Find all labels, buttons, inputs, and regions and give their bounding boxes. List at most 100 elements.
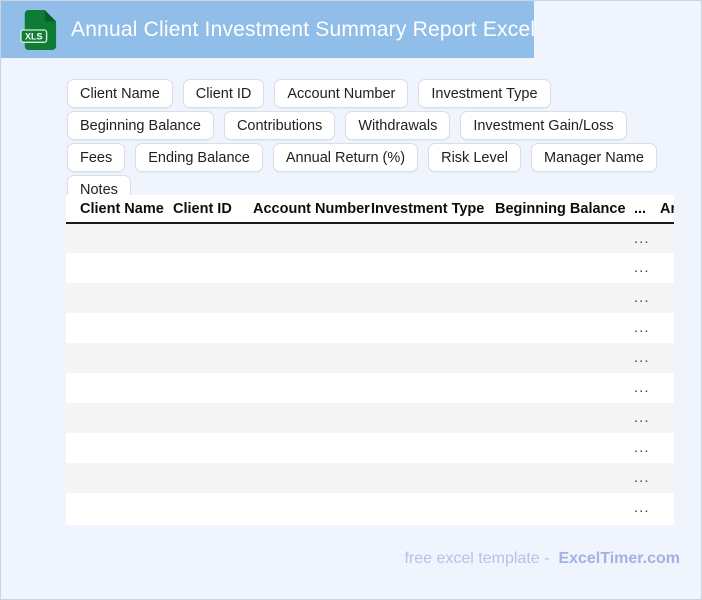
header-ellipsis: ... xyxy=(634,195,660,224)
empty-cell xyxy=(173,283,253,313)
column-chip: Manager Name xyxy=(531,143,657,172)
table-header-cell: Client Name xyxy=(66,195,173,224)
xls-icon-label: XLS xyxy=(25,31,43,41)
empty-cell xyxy=(253,253,371,283)
column-chip: Client ID xyxy=(182,79,265,108)
hidden-columns-ellipsis: ... xyxy=(634,469,650,486)
empty-cell xyxy=(660,463,674,493)
hidden-columns-ellipsis: ... xyxy=(634,259,650,276)
empty-cell xyxy=(253,403,371,433)
hidden-columns-ellipsis: ... xyxy=(634,499,650,516)
empty-cell xyxy=(253,493,371,523)
empty-cell xyxy=(371,403,495,433)
empty-cell xyxy=(371,433,495,463)
column-chip: Risk Level xyxy=(428,143,521,172)
column-chip: Investment Gain/Loss xyxy=(460,111,627,140)
page-title: Annual Client Investment Summary Report … xyxy=(71,17,536,41)
empty-cell xyxy=(660,223,674,253)
empty-cell xyxy=(371,283,495,313)
empty-cell xyxy=(660,373,674,403)
table-row: ... xyxy=(66,373,674,403)
empty-cell xyxy=(660,343,674,373)
hidden-columns-ellipsis: ... xyxy=(634,379,650,396)
table-header-row: Client Name Client ID Account Number Invest… xyxy=(66,195,674,224)
empty-cell xyxy=(660,403,674,433)
empty-cell xyxy=(66,433,173,463)
empty-cell xyxy=(253,313,371,343)
column-chip: Beginning Balance xyxy=(67,111,214,140)
empty-cell xyxy=(371,223,495,253)
empty-cell xyxy=(253,373,371,403)
table-header-cell: Client ID xyxy=(173,195,253,224)
empty-cell xyxy=(173,463,253,493)
empty-cell xyxy=(371,313,495,343)
template-preview-page: XLS Annual Client Investment Summary Rep… xyxy=(0,0,702,600)
empty-cell xyxy=(66,343,173,373)
table-head: Client Name Client ID Account Number Invest… xyxy=(66,195,674,224)
empty-cell xyxy=(173,433,253,463)
column-chip: Annual Return (%) xyxy=(272,143,419,172)
empty-cell xyxy=(495,223,634,253)
empty-cell xyxy=(495,433,634,463)
empty-cell xyxy=(66,373,173,403)
empty-cell xyxy=(495,253,634,283)
table-body: .............................. xyxy=(66,223,674,523)
empty-cell xyxy=(173,223,253,253)
empty-cell xyxy=(253,223,371,253)
empty-cell xyxy=(253,463,371,493)
empty-cell xyxy=(66,493,173,523)
hidden-columns-ellipsis: ... xyxy=(634,229,650,247)
column-chips: Client Name Client ID Account Number Invest… xyxy=(67,79,691,204)
empty-cell xyxy=(173,493,253,523)
empty-cell xyxy=(660,313,674,343)
empty-cell xyxy=(253,433,371,463)
table-row: ... xyxy=(66,463,674,493)
empty-cell xyxy=(660,433,674,463)
table-row: ... xyxy=(66,403,674,433)
empty-cell xyxy=(495,403,634,433)
empty-cell xyxy=(66,253,173,283)
empty-cell xyxy=(66,283,173,313)
title-bar: XLS Annual Client Investment Summary Rep… xyxy=(1,1,536,58)
hidden-columns-ellipsis: ... xyxy=(634,289,650,306)
footer-text: free excel template - xyxy=(404,550,550,567)
table-header-cell: Beginning Balance xyxy=(495,195,634,224)
empty-cell xyxy=(495,283,634,313)
empty-cell xyxy=(66,463,173,493)
empty-cell xyxy=(66,313,173,343)
table-row: ... xyxy=(66,343,674,373)
empty-cell xyxy=(660,283,674,313)
table-row: ... xyxy=(66,493,674,523)
hidden-columns-ellipsis: ... xyxy=(634,319,650,336)
table-row: ... xyxy=(66,253,674,283)
hidden-columns-ellipsis: ... xyxy=(634,439,650,456)
footer-credit: free excel template - ExcelTimer.com xyxy=(404,550,680,568)
column-chip: Client Name xyxy=(67,79,173,108)
column-chip: Fees xyxy=(67,143,126,172)
xls-file-icon: XLS xyxy=(20,9,57,50)
empty-cell xyxy=(253,343,371,373)
table-row: ... xyxy=(66,313,674,343)
hidden-columns-ellipsis: ... xyxy=(634,349,650,366)
empty-cell xyxy=(495,313,634,343)
empty-cell xyxy=(173,253,253,283)
brand-link[interactable]: ExcelTimer.com xyxy=(558,550,680,567)
empty-cell xyxy=(371,493,495,523)
empty-cell xyxy=(495,463,634,493)
empty-cell xyxy=(173,403,253,433)
empty-cell xyxy=(495,343,634,373)
table-row: ... xyxy=(66,433,674,463)
table-row: ... xyxy=(66,283,674,313)
empty-cell xyxy=(371,253,495,283)
table-container: Client Name Client ID Account Number Invest… xyxy=(66,195,674,525)
empty-cell xyxy=(495,373,634,403)
empty-cell xyxy=(371,373,495,403)
column-chip: Account Number xyxy=(274,79,409,108)
empty-cell xyxy=(173,313,253,343)
preview-table: Client Name Client ID Account Number Invest… xyxy=(66,195,674,523)
empty-cell xyxy=(173,343,253,373)
column-chip: Withdrawals xyxy=(345,111,451,140)
empty-cell xyxy=(371,343,495,373)
empty-cell xyxy=(173,373,253,403)
column-chip: Ending Balance xyxy=(135,143,263,172)
